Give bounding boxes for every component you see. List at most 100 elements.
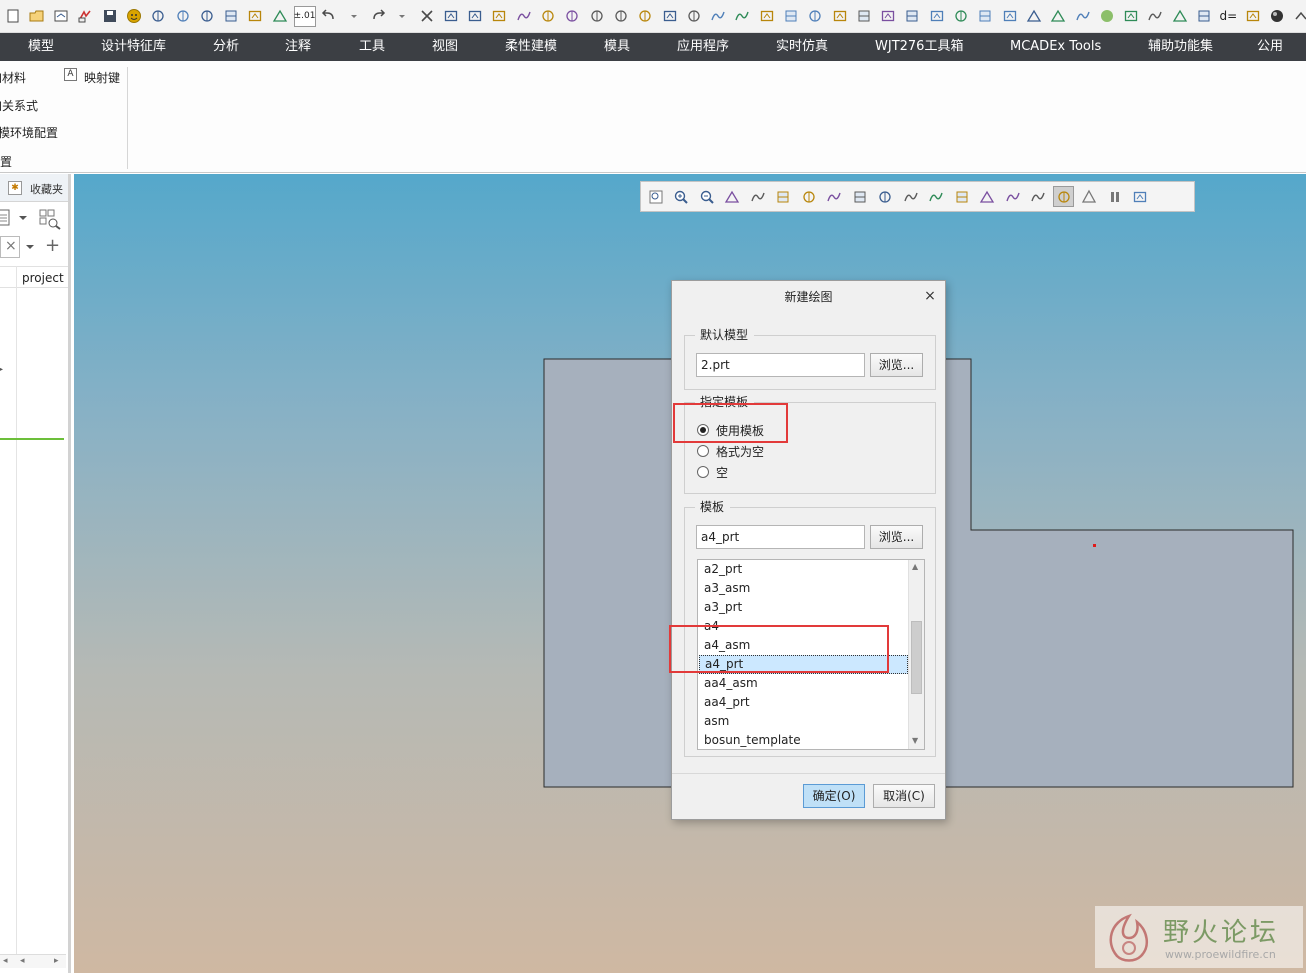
image-icon[interactable] bbox=[878, 6, 899, 27]
chevron-icon[interactable] bbox=[1291, 6, 1306, 27]
template-list-item[interactable]: a3_prt bbox=[699, 598, 908, 617]
open-recent-icon[interactable] bbox=[51, 6, 72, 27]
radio-button[interactable] bbox=[697, 445, 709, 457]
close-icon[interactable]: × bbox=[923, 289, 937, 303]
line-icon[interactable] bbox=[683, 6, 704, 27]
sketch-icon[interactable] bbox=[440, 6, 461, 27]
view-manager-icon[interactable] bbox=[824, 186, 845, 207]
tab-10[interactable]: WJT276工具箱 bbox=[875, 33, 963, 61]
template-list-item[interactable]: a4_asm bbox=[699, 636, 908, 655]
ok-button[interactable]: 确定(O) bbox=[803, 784, 865, 808]
point-icon[interactable] bbox=[538, 6, 559, 27]
refit-icon[interactable] bbox=[645, 186, 666, 207]
tab-4[interactable]: 工具 bbox=[359, 33, 385, 61]
scroll-left-end-icon[interactable]: ◂ bbox=[20, 956, 25, 966]
table-icon[interactable] bbox=[829, 6, 850, 27]
box-icon[interactable] bbox=[975, 6, 996, 27]
tree-expand-icon[interactable]: ▸ bbox=[0, 364, 3, 375]
print-icon[interactable] bbox=[269, 6, 290, 27]
undo-dropdown-icon[interactable] bbox=[343, 6, 364, 27]
ribbon-item-settings[interactable]: 设置 bbox=[0, 153, 12, 170]
tab-8[interactable]: 应用程序 bbox=[677, 33, 729, 61]
edit-icon[interactable] bbox=[465, 6, 486, 27]
close-window-icon[interactable] bbox=[416, 6, 437, 27]
merge-icon[interactable] bbox=[756, 6, 777, 27]
window-close-icon[interactable] bbox=[172, 6, 193, 27]
select-mode-icon[interactable] bbox=[1053, 186, 1074, 207]
show-icon[interactable] bbox=[1169, 6, 1190, 27]
radio-use-template[interactable]: 使用模板 bbox=[697, 422, 764, 438]
csys-display-icon[interactable] bbox=[1002, 186, 1023, 207]
radio-button[interactable] bbox=[697, 424, 709, 436]
axis-icon[interactable] bbox=[513, 6, 534, 27]
copy-window-icon[interactable] bbox=[196, 6, 217, 27]
shading-icon[interactable] bbox=[747, 186, 768, 207]
template-list-item[interactable]: bosun_template bbox=[699, 731, 908, 749]
browse-template-button[interactable]: 浏览... bbox=[870, 525, 923, 549]
cancel-button[interactable]: 取消(C) bbox=[873, 784, 935, 808]
pen-icon[interactable] bbox=[1072, 6, 1093, 27]
redo-icon[interactable] bbox=[367, 6, 388, 27]
axis-display-icon[interactable] bbox=[951, 186, 972, 207]
mirror-icon[interactable] bbox=[781, 6, 802, 27]
appearance-icon[interactable] bbox=[1194, 6, 1215, 27]
dimension-label[interactable]: d= bbox=[1218, 6, 1239, 27]
layer-icon[interactable] bbox=[951, 6, 972, 27]
datum-display-icon[interactable] bbox=[900, 186, 921, 207]
open-icon[interactable] bbox=[26, 6, 47, 27]
switch-icon[interactable] bbox=[1242, 6, 1263, 27]
surface-icon[interactable] bbox=[805, 6, 826, 27]
favorites-icon[interactable]: ✱ bbox=[8, 181, 22, 195]
repaint-icon[interactable] bbox=[722, 186, 743, 207]
ribbon-item-mapkey[interactable]: 映射键 bbox=[84, 69, 120, 86]
save-icon[interactable] bbox=[99, 6, 120, 27]
undo-icon[interactable] bbox=[319, 6, 340, 27]
parallelogram-icon[interactable] bbox=[1048, 6, 1069, 27]
template-list-item[interactable]: aa4_prt bbox=[699, 693, 908, 712]
radio-empty-format[interactable]: 格式为空 bbox=[697, 443, 764, 459]
section-icon[interactable] bbox=[926, 6, 947, 27]
tab-0[interactable]: 模型 bbox=[28, 33, 54, 61]
feature-icon[interactable] bbox=[853, 6, 874, 27]
chevron-down-icon[interactable] bbox=[25, 243, 35, 251]
redo-dropdown-icon[interactable] bbox=[392, 6, 413, 27]
ribbon-item-add-material[interactable]: 加材料 bbox=[0, 69, 26, 86]
tab-5[interactable]: 视图 bbox=[432, 33, 458, 61]
zoom-in-icon[interactable] bbox=[671, 186, 692, 207]
tab-1[interactable]: 设计特征库 bbox=[101, 33, 166, 61]
tab-9[interactable]: 实时仿真 bbox=[776, 33, 828, 61]
lock-icon[interactable] bbox=[1121, 6, 1142, 27]
triangle-icon[interactable] bbox=[1079, 186, 1100, 207]
add-icon[interactable]: + bbox=[45, 235, 60, 256]
annotations-icon[interactable] bbox=[875, 186, 896, 207]
flag-icon[interactable] bbox=[902, 6, 923, 27]
tab-13[interactable]: 公用 bbox=[1257, 33, 1283, 61]
pause-icon[interactable] bbox=[1104, 186, 1125, 207]
template-list-item[interactable]: a3_asm bbox=[699, 579, 908, 598]
scroll-right-icon[interactable]: ▸ bbox=[54, 956, 59, 966]
scroll-left-icon[interactable]: ◂ bbox=[3, 956, 8, 966]
window-icon[interactable] bbox=[148, 6, 169, 27]
document-icon[interactable] bbox=[0, 209, 12, 227]
template-list-item[interactable]: a4 bbox=[699, 617, 908, 636]
navigator-hscrollbar[interactable]: ◂ ◂ ▸ bbox=[0, 954, 66, 968]
template-list-scrollbar[interactable]: ▲ ▼ bbox=[908, 560, 924, 749]
paste-icon[interactable] bbox=[732, 6, 753, 27]
csys-icon[interactable] bbox=[586, 6, 607, 27]
copy-icon[interactable] bbox=[708, 6, 729, 27]
sphere-icon[interactable] bbox=[1096, 6, 1117, 27]
radio-button[interactable] bbox=[697, 466, 709, 478]
display-style-icon[interactable] bbox=[849, 186, 870, 207]
regenerate-icon[interactable] bbox=[75, 6, 96, 27]
plane-display-icon[interactable] bbox=[926, 186, 947, 207]
template-input[interactable]: a4_prt bbox=[696, 525, 865, 549]
default-model-input[interactable]: 2.prt bbox=[696, 353, 865, 377]
scroll-down-icon[interactable]: ▼ bbox=[912, 736, 918, 745]
template-list-item[interactable]: a2_prt bbox=[699, 560, 908, 579]
smiley-icon[interactable] bbox=[123, 6, 144, 27]
zoom-out-icon[interactable] bbox=[696, 186, 717, 207]
tree-icon[interactable] bbox=[221, 6, 242, 27]
point-display-icon[interactable] bbox=[977, 186, 998, 207]
hatch-icon[interactable] bbox=[610, 6, 631, 27]
tab-6[interactable]: 柔性建模 bbox=[505, 33, 557, 61]
